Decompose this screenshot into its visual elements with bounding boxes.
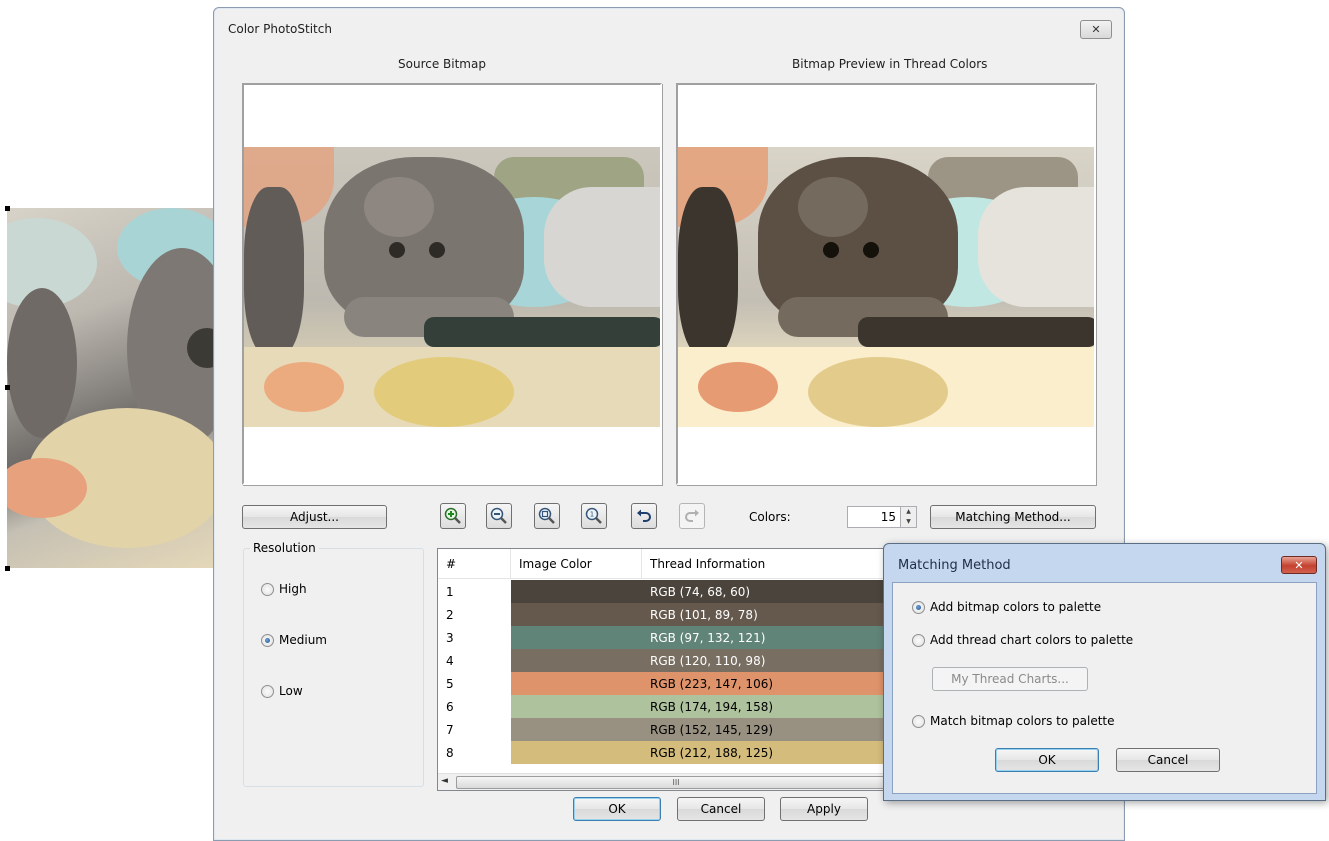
selection-handle[interactable]	[5, 206, 10, 211]
preview-photo	[678, 147, 1094, 427]
radio-label: Add thread chart colors to palette	[930, 633, 1134, 647]
colors-spinner[interactable]: 15 ▲ ▼	[847, 506, 917, 528]
my-thread-charts-button[interactable]: My Thread Charts...	[932, 667, 1088, 691]
image-color-swatch	[511, 695, 642, 718]
source-bitmap-label: Source Bitmap	[398, 57, 486, 71]
image-color-swatch	[511, 649, 642, 672]
resolution-high-radio[interactable]: High	[261, 582, 307, 596]
adjust-button[interactable]: Adjust...	[242, 505, 387, 529]
close-button[interactable]: ✕	[1080, 20, 1112, 39]
zoom-in-icon	[444, 507, 461, 524]
matching-method-button[interactable]: Matching Method...	[930, 505, 1096, 529]
resolution-title: Resolution	[250, 541, 319, 555]
canvas-bitmap[interactable]	[7, 208, 214, 568]
add-thread-chart-colors-radio[interactable]: Add thread chart colors to palette	[912, 633, 1133, 647]
image-color-swatch	[511, 741, 642, 764]
resolution-low-radio[interactable]: Low	[261, 684, 303, 698]
spin-down-icon[interactable]: ▼	[901, 517, 916, 527]
colors-label: Colors:	[749, 510, 791, 524]
match-bitmap-colors-radio[interactable]: Match bitmap colors to palette	[912, 714, 1115, 728]
zoom-actual-button[interactable]: 1	[581, 503, 607, 529]
radio-icon	[261, 684, 274, 698]
row-number: 3	[446, 631, 454, 645]
zoom-fit-button[interactable]	[534, 503, 560, 529]
dialog-title: Color PhotoStitch	[228, 22, 332, 36]
radio-checked-icon	[261, 633, 274, 647]
radio-label: High	[279, 582, 307, 596]
row-number: 2	[446, 608, 454, 622]
undo-icon	[637, 509, 651, 522]
svg-text:1: 1	[590, 511, 594, 519]
matching-dialog-body: Add bitmap colors to palette Add thread …	[892, 582, 1317, 794]
row-number: 5	[446, 677, 454, 691]
image-color-swatch	[511, 580, 642, 603]
ok-button[interactable]: OK	[573, 797, 661, 821]
matching-ok-button[interactable]: OK	[995, 748, 1099, 772]
scroll-left-icon[interactable]: ◄	[441, 776, 448, 786]
column-header-image-color[interactable]: Image Color	[511, 549, 642, 579]
radio-icon	[912, 714, 925, 728]
matching-dialog-title: Matching Method	[898, 558, 1011, 573]
radio-icon	[261, 582, 274, 596]
matching-method-dialog: Matching Method ✕ Add bitmap colors to p…	[883, 543, 1326, 801]
image-color-swatch	[511, 626, 642, 649]
image-color-swatch	[511, 603, 642, 626]
matching-close-button[interactable]: ✕	[1281, 556, 1317, 574]
resolution-medium-radio[interactable]: Medium	[261, 633, 327, 647]
radio-label: Low	[279, 684, 303, 698]
cancel-button[interactable]: Cancel	[677, 797, 765, 821]
zoom-in-button[interactable]	[440, 503, 466, 529]
close-icon: ✕	[1294, 558, 1304, 572]
row-number: 4	[446, 654, 454, 668]
apply-button[interactable]: Apply	[780, 797, 868, 821]
column-header-number[interactable]: #	[438, 549, 511, 579]
zoom-out-button[interactable]	[486, 503, 512, 529]
image-color-swatch	[511, 672, 642, 695]
zoom-fit-icon	[538, 507, 555, 524]
add-bitmap-colors-radio[interactable]: Add bitmap colors to palette	[912, 600, 1101, 614]
selection-handle[interactable]	[5, 385, 10, 390]
row-number: 1	[446, 585, 454, 599]
scroll-thumb[interactable]: III	[456, 776, 896, 789]
source-photo	[244, 147, 660, 427]
zoom-actual-icon: 1	[585, 507, 602, 524]
spin-up-icon[interactable]: ▲	[901, 507, 916, 517]
close-icon: ✕	[1091, 23, 1101, 36]
preview-pane[interactable]	[676, 83, 1096, 485]
row-number: 6	[446, 700, 454, 714]
preview-label: Bitmap Preview in Thread Colors	[792, 57, 988, 71]
redo-icon	[685, 509, 699, 522]
radio-icon	[912, 633, 925, 647]
colors-value: 15	[880, 510, 896, 524]
matching-cancel-button[interactable]: Cancel	[1116, 748, 1220, 772]
radio-label: Medium	[279, 633, 327, 647]
zoom-out-icon	[490, 507, 507, 524]
selection-handle[interactable]	[5, 566, 10, 571]
row-number: 7	[446, 723, 454, 737]
row-number: 8	[446, 746, 454, 760]
radio-label: Add bitmap colors to palette	[930, 600, 1102, 614]
radio-checked-icon	[912, 600, 925, 614]
image-color-swatch	[511, 718, 642, 741]
source-bitmap-pane[interactable]	[242, 83, 662, 485]
radio-label: Match bitmap colors to palette	[930, 714, 1115, 728]
undo-button[interactable]	[631, 503, 657, 529]
redo-button[interactable]	[679, 503, 705, 529]
